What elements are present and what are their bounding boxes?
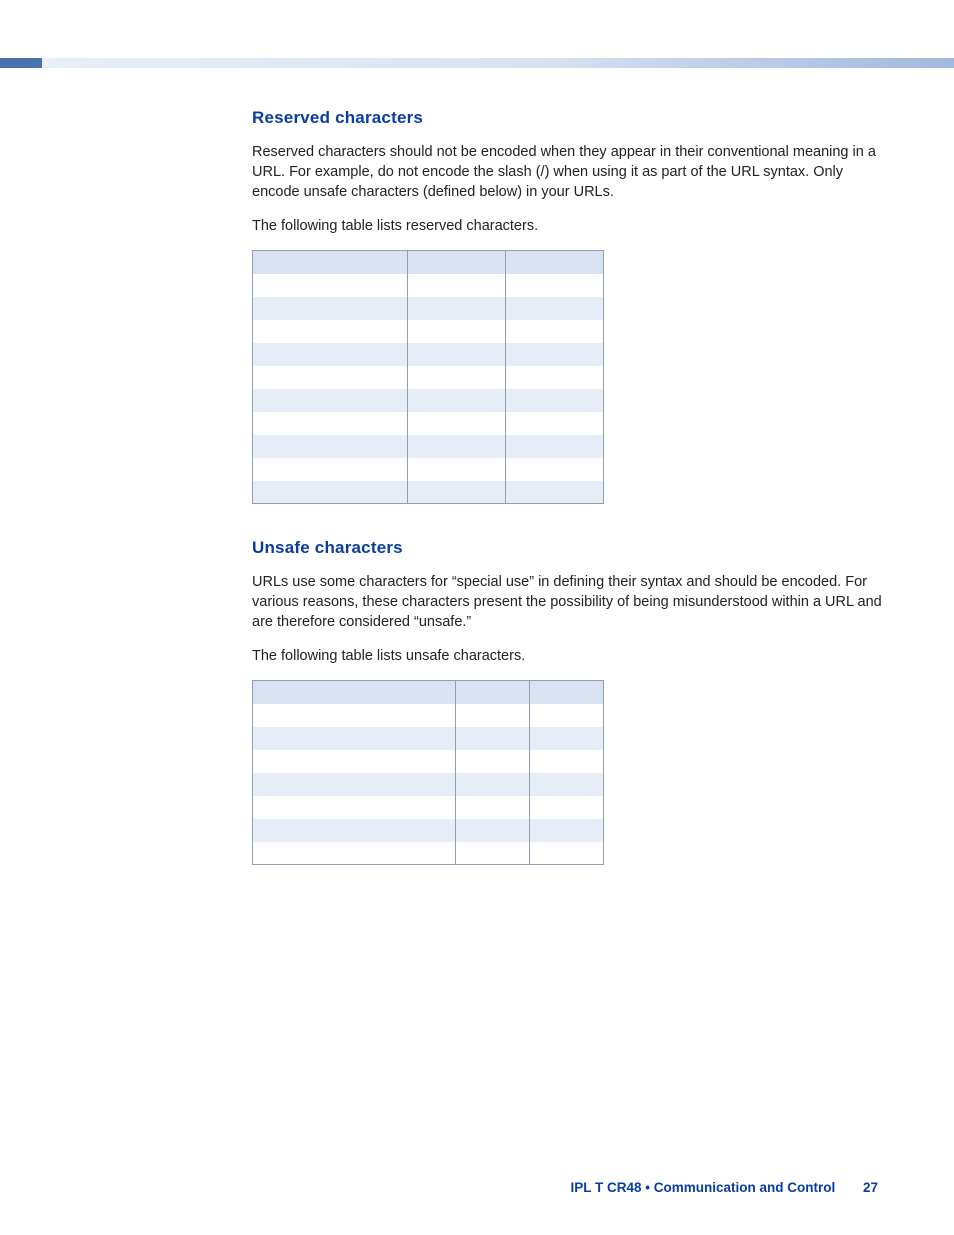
header-band-accent [0, 58, 42, 68]
para-unsafe-2: The following table lists unsafe charact… [252, 646, 892, 666]
header-band-gradient [42, 58, 954, 68]
para-unsafe-1: URLs use some characters for “special us… [252, 572, 892, 632]
table-reserved-characters [252, 250, 604, 504]
header-band [0, 58, 954, 68]
para-reserved-2: The following table lists reserved chara… [252, 216, 892, 236]
page-footer: IPL T CR48 • Communication and Control 2… [0, 1180, 954, 1195]
footer-page-number: 27 [863, 1180, 878, 1195]
heading-unsafe-characters: Unsafe characters [252, 538, 892, 558]
heading-reserved-characters: Reserved characters [252, 108, 892, 128]
footer-product: IPL T CR48 • Communication and Control [570, 1180, 835, 1195]
page-content: Reserved characters Reserved characters … [252, 108, 892, 865]
table-unsafe-characters [252, 680, 604, 865]
para-reserved-1: Reserved characters should not be encode… [252, 142, 892, 202]
